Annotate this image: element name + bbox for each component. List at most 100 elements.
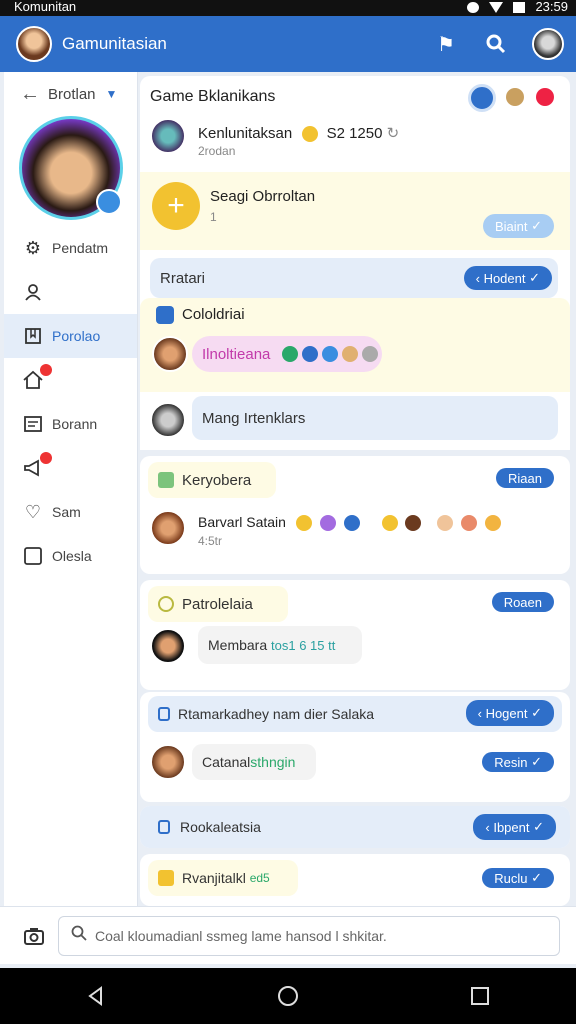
colold-card: Cololdriai Ilnoltieana Mang Irtenklars (140, 298, 570, 450)
chevron-down-icon[interactable]: ▼ (106, 87, 118, 101)
status-bar: Komunitan 23:59 (0, 0, 576, 16)
patro-button[interactable]: Roaen (491, 592, 554, 612)
sidebar-item-sam[interactable]: ♡ Sam (4, 490, 137, 534)
sidebar-item-label: Porolao (52, 328, 101, 344)
sidebar-item-label: Olesla (52, 548, 92, 564)
close-icon[interactable] (536, 88, 554, 106)
catana-bubble[interactable]: Catanal sthngin (192, 744, 316, 780)
mang-row[interactable]: Mang Irtenklars (192, 396, 558, 440)
emoji-icon (302, 346, 319, 362)
square-icon (22, 545, 44, 567)
home-nav-icon[interactable] (268, 976, 308, 1016)
emoji-icon (282, 346, 299, 362)
rvanj-tag[interactable]: Rvanjitalkl ed5 (148, 860, 298, 896)
recents-nav-icon[interactable] (460, 976, 500, 1016)
sidebar-item-olesla[interactable]: Olesla (4, 534, 137, 578)
emoji-icon (381, 515, 398, 532)
emoji-icon (461, 515, 478, 532)
game-card: Game Bklanikans Kenlunitaksan S2 1250 ↻ … (140, 76, 570, 320)
person-icon (22, 281, 44, 303)
add-title: Seagi Obrroltan (210, 188, 316, 205)
sidebar-item-profile[interactable] (4, 270, 137, 314)
notification-badge (40, 364, 52, 376)
keyo-name: Barvarl Satain (198, 514, 286, 530)
poster-sub: 2rodan (198, 144, 236, 158)
rvanj-button[interactable]: Ruclu ✓ (482, 868, 554, 888)
colold-title: Cololdriai (182, 306, 245, 323)
rvanj-card: Rvanjitalkl ed5 Ruclu ✓ (140, 854, 570, 906)
rookal-button[interactable]: ‹ Ibpent ✓ (473, 814, 556, 840)
catana-button[interactable]: Resin ✓ (482, 752, 554, 772)
alarm-icon (467, 1, 480, 13)
search-icon[interactable] (482, 30, 510, 58)
add-button[interactable]: Biaint ✓ (482, 214, 554, 238)
keyo-card: Keryobera Riaan Barvarl Satain 4:5tr (140, 456, 570, 574)
sidebar-item-label: Borann (52, 416, 98, 432)
add-sub: 1 (210, 210, 217, 224)
catana-avatar[interactable] (150, 744, 186, 780)
emoji-icon (405, 515, 422, 532)
emoji-icon (437, 515, 454, 532)
gear-icon: ⚙ (24, 237, 42, 258)
search-input[interactable]: Coal kloumadianl ssmeg lame hansod l shk… (58, 915, 560, 956)
notification-badge (40, 452, 52, 464)
rratari-label: Rratari (160, 269, 206, 287)
back-button[interactable]: ← Brotlan ▼ (4, 72, 137, 116)
rratari-button[interactable]: ‹ Hodent ✓ (463, 266, 552, 290)
heart-icon: ♡ (24, 501, 42, 522)
shield-icon[interactable] (468, 84, 496, 112)
shield-icon (158, 820, 170, 834)
wifi-icon (489, 1, 504, 13)
user-avatar[interactable] (19, 116, 123, 220)
keyo-button[interactable]: Riaan (496, 468, 554, 488)
add-icon[interactable]: + (152, 182, 200, 230)
list-icon (22, 413, 44, 435)
sidebar: ← Brotlan ▼ ⚙ Pendatm Porolao Borann ♡ S… (4, 72, 138, 906)
emoji-icon (322, 346, 339, 362)
rtamark-button[interactable]: ‹ Hogent ✓ (465, 700, 554, 726)
sidebar-item-borann[interactable]: Borann (4, 402, 137, 446)
app-title: Gamunitasian (62, 34, 167, 53)
colold-avatar[interactable] (152, 336, 188, 372)
add-section (140, 172, 570, 250)
patro-bubble[interactable]: Membara tos1 6 15 tt (198, 626, 362, 664)
emoji-icon (485, 515, 502, 532)
colold-chip[interactable]: Ilnoltieana (192, 336, 382, 372)
shield-icon (158, 707, 170, 721)
refresh-icon[interactable]: ↻ (387, 125, 400, 142)
poster-avatar[interactable] (150, 118, 186, 154)
card-title: Game Bklanikans (150, 88, 276, 105)
emoji-icon (362, 346, 378, 362)
app-bar: Gamunitasian ⚑ (0, 16, 576, 72)
status-time: 23:59 (535, 0, 568, 14)
app-avatar[interactable] (16, 26, 52, 62)
tag-icon (156, 306, 174, 324)
sidebar-item-home[interactable] (4, 358, 137, 402)
rookal-card: Rookaleatsia ‹ Ibpent ✓ (140, 806, 570, 848)
patro-card: Patrolelaia Roaen Membara tos1 6 15 tt (140, 580, 570, 690)
camera-icon[interactable] (18, 920, 50, 952)
sidebar-item-pendatm[interactable]: ⚙ Pendatm (4, 226, 137, 270)
mang-avatar[interactable] (150, 402, 186, 438)
rtamark-card: Rtamarkadhey nam dier Salaka ‹ Hogent ✓ … (140, 692, 570, 802)
search-placeholder: Coal kloumadianl ssmeg lame hansod l shk… (95, 927, 387, 944)
flag-icon[interactable]: ⚑ (432, 30, 460, 58)
main-content: Game Bklanikans Kenlunitaksan S2 1250 ↻ … (140, 72, 570, 906)
back-label: Brotlan (48, 85, 96, 103)
profile-avatar[interactable] (532, 28, 564, 60)
system-nav-bar (0, 968, 576, 1024)
bookmark-icon (22, 325, 44, 347)
sidebar-item-label: Pendatm (52, 240, 109, 256)
bottom-bar: Coal kloumadianl ssmeg lame hansod l shk… (0, 906, 576, 964)
back-nav-icon[interactable] (76, 976, 116, 1016)
poster-meta: S2 1250 (326, 125, 383, 142)
keyo-avatar[interactable] (150, 510, 186, 546)
mini-avatar[interactable] (506, 88, 524, 106)
patro-avatar[interactable] (150, 628, 186, 664)
sidebar-item-announce[interactable] (4, 446, 137, 490)
battery-icon (513, 1, 526, 13)
search-icon (71, 925, 87, 946)
emoji-icon (295, 515, 312, 532)
sidebar-item-porolao[interactable]: Porolao (4, 314, 137, 358)
avatar-badge (96, 189, 122, 215)
